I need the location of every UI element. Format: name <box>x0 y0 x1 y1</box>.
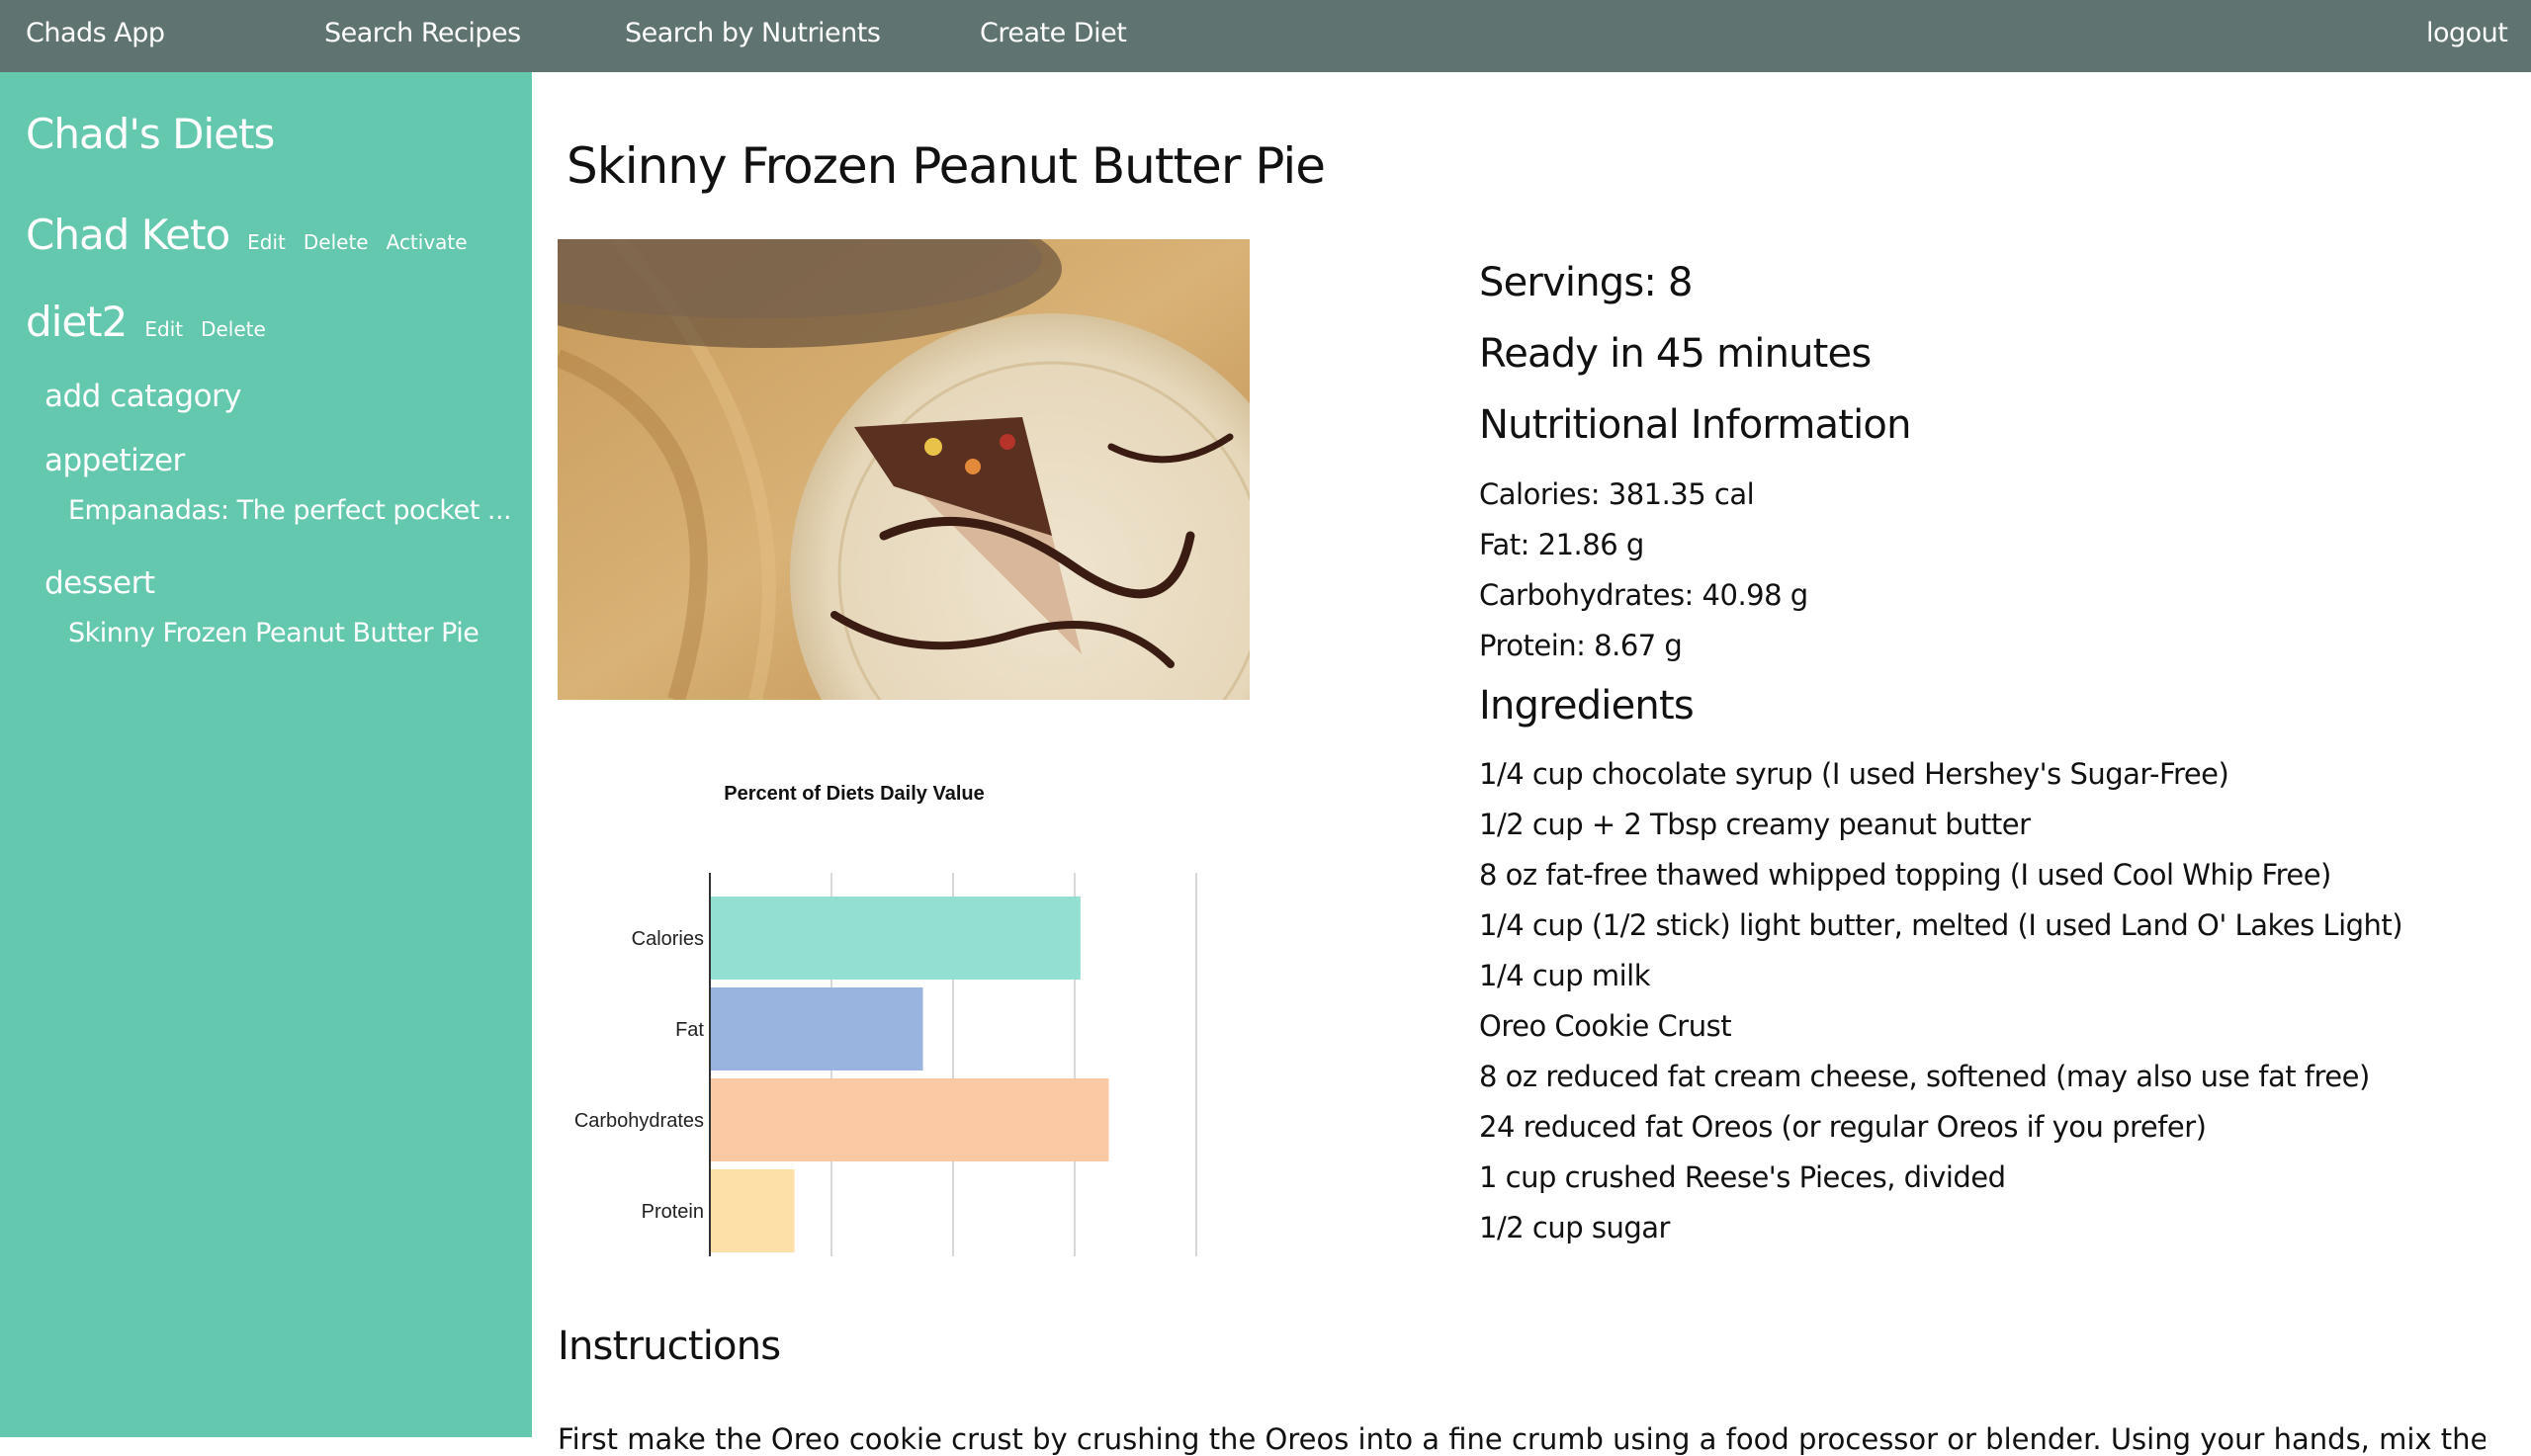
ingredient-item: 1/4 cup (1/2 stick) light butter, melted… <box>1479 908 2403 942</box>
logout-link[interactable]: logout <box>2426 18 2508 48</box>
diet-item-diet2: diet2 Edit Delete <box>26 298 284 346</box>
chart-category-label: Calories <box>632 928 704 950</box>
diets-sidebar: Chad's Diets Chad Keto Edit Delete Activ… <box>0 72 532 1437</box>
ingredients-heading: Ingredients <box>1479 683 1695 728</box>
chart-bar-calories <box>710 897 1081 980</box>
ingredient-item: 8 oz reduced fat cream cheese, softened … <box>1479 1060 2370 1093</box>
instructions-text: First make the Oreo cookie crust by crus… <box>558 1422 2486 1456</box>
nav-create-diet[interactable]: Create Diet <box>980 18 1127 48</box>
chart-category-label: Fat <box>675 1019 704 1041</box>
ingredient-item: 1/4 cup milk <box>1479 959 1651 992</box>
ingredient-item: 1 cup crushed Reese's Pieces, divided <box>1479 1160 2006 1194</box>
brand-link[interactable]: Chads App <box>26 18 165 48</box>
diet-edit-link[interactable]: Edit <box>247 230 286 254</box>
nutrition-heading: Nutritional Information <box>1479 402 1911 448</box>
nav-search-by-nutrients[interactable]: Search by Nutrients <box>625 18 881 48</box>
pie-photo-image <box>558 239 1250 700</box>
diet-edit-link[interactable]: Edit <box>144 317 183 341</box>
category-appetizer[interactable]: appetizer <box>44 443 185 478</box>
nutrition-fat: Fat: 21.86 g <box>1479 528 1644 561</box>
servings-text: Servings: 8 <box>1479 260 1693 305</box>
diet-delete-link[interactable]: Delete <box>304 230 369 254</box>
nutrition-protein: Protein: 8.67 g <box>1479 629 1683 662</box>
sidebar-title: Chad's Diets <box>26 110 275 158</box>
chart-bar-fat <box>710 987 923 1071</box>
chart-bar-protein <box>710 1169 795 1252</box>
ingredient-item: 1/2 cup + 2 Tbsp creamy peanut butter <box>1479 808 2031 841</box>
add-category-link[interactable]: add catagory <box>44 379 242 414</box>
ingredient-item: 1/4 cup chocolate syrup (I used Hershey'… <box>1479 757 2229 791</box>
ingredient-item: 24 reduced fat Oreos (or regular Oreos i… <box>1479 1110 2207 1144</box>
top-navbar: Chads App Search Recipes Search by Nutri… <box>0 0 2531 72</box>
recipe-photo <box>558 239 1250 700</box>
chart-category-label: Carbohydrates <box>574 1110 704 1132</box>
chart-bar-carbohydrates <box>710 1078 1109 1161</box>
category-recipe-link[interactable]: Skinny Frozen Peanut Butter Pie <box>68 618 480 648</box>
recipe-title: Skinny Frozen Peanut Butter Pie <box>567 137 1326 195</box>
ready-time-text: Ready in 45 minutes <box>1479 331 1872 377</box>
nav-search-recipes[interactable]: Search Recipes <box>324 18 521 48</box>
recipe-main: Skinny Frozen Peanut Butter Pie Percent … <box>532 72 2531 1456</box>
nutrition-calories: Calories: 381.35 cal <box>1479 477 1755 511</box>
daily-value-bar-chart: Percent of Diets Daily Value 0.012.525.0… <box>574 783 1197 1256</box>
ingredient-item: 8 oz fat-free thawed whipped topping (I … <box>1479 858 2331 892</box>
category-recipe-link[interactable]: Empanadas: The perfect pocket ... <box>68 495 512 526</box>
chart-title: Percent of Diets Daily Value <box>724 783 984 805</box>
diet-activate-link[interactable]: Activate <box>387 230 468 254</box>
diet-name[interactable]: diet2 <box>26 298 128 346</box>
ingredient-item: 1/2 cup sugar <box>1479 1211 1670 1244</box>
ingredient-item: Oreo Cookie Crust <box>1479 1009 1732 1043</box>
instructions-heading: Instructions <box>558 1324 781 1369</box>
nutrition-carbohydrates: Carbohydrates: 40.98 g <box>1479 578 1808 612</box>
diet-item-chad-keto: Chad Keto Edit Delete Activate <box>26 211 485 259</box>
diet-name[interactable]: Chad Keto <box>26 211 230 259</box>
diet-delete-link[interactable]: Delete <box>201 317 266 341</box>
chart-category-label: Protein <box>642 1201 704 1223</box>
category-dessert[interactable]: dessert <box>44 565 155 601</box>
